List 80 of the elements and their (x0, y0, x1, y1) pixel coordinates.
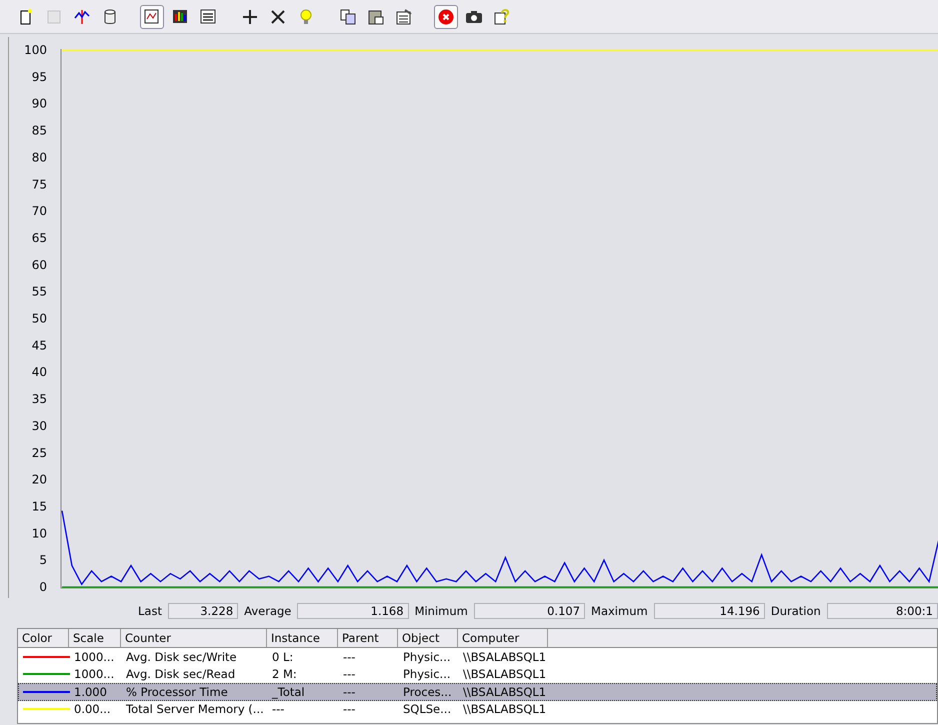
table-cell-text: 1000... (73, 650, 116, 664)
stat-value: 14.196 (654, 603, 765, 619)
table-cell-text: --- (342, 650, 356, 664)
copy-icon (339, 8, 357, 26)
delete-icon (269, 8, 287, 26)
table-cell-text: 1000... (73, 667, 116, 682)
axis-tick-label: 75 (32, 177, 47, 192)
stat-label: Duration (770, 604, 821, 618)
axis-tick-label: 25 (32, 446, 47, 460)
axis-tick-label: 40 (32, 365, 47, 380)
graph-view-button[interactable] (140, 4, 164, 28)
axis-tick-label: 60 (32, 258, 47, 272)
table-cell-text: Physic... (402, 650, 452, 664)
axis-tick-label: 45 (32, 338, 47, 352)
column-header[interactable]: Scale (69, 629, 121, 647)
stat-label: Minimum (414, 604, 468, 618)
table-cell-text: --- (342, 702, 356, 716)
axis-tick-label: 95 (32, 70, 47, 84)
stat-value: 3.228 (168, 603, 238, 619)
table-cell-text: 0.00... (73, 702, 112, 716)
table-cell-text: \\BSALABSQL1 (462, 702, 548, 716)
axis-tick-label: 85 (32, 124, 47, 138)
table-cell-text: SQLSe... (402, 702, 452, 716)
table-cell-text: \\BSALABSQL1 (462, 650, 548, 664)
legend-row[interactable]: 1000... Avg. Disk sec/Write 0 L: --- Physic... \\BSALABSQL1 (18, 648, 937, 666)
paste-icon (367, 8, 385, 26)
axis-tick-label: 20 (32, 472, 47, 487)
stop-button[interactable] (434, 4, 458, 28)
axis-tick-label: 55 (32, 284, 47, 299)
table-cell-text: Physic... (402, 667, 452, 682)
legend-row[interactable]: 1000... Avg. Disk sec/Read 2 M: --- Physic... \\BSALABSQL1 (18, 666, 937, 683)
legend-row[interactable]: 1.000 % Processor Time _Total --- Proces... \\BSALABSQL1 (18, 683, 937, 700)
table-cell-text: 1.000 (73, 684, 108, 699)
axis-tick-label: 70 (32, 204, 47, 218)
column-header[interactable]: Computer (458, 629, 548, 647)
properties-icon (395, 8, 413, 26)
table-cell-text: 2 M: (271, 667, 298, 682)
stat-label: Last (138, 604, 162, 618)
axis-tick-label: 0 (39, 580, 47, 594)
table-cell-text: --- (342, 667, 356, 682)
table-cell-text: Proces... (402, 684, 453, 699)
report-view-icon (199, 8, 217, 26)
column-header[interactable]: Object (398, 629, 458, 647)
add-icon (241, 8, 259, 26)
column-header[interactable]: Color (18, 629, 69, 647)
table-cell-text: Total Server Memory (... (125, 702, 265, 716)
table-cell-text: --- (271, 702, 286, 716)
stop-icon (437, 8, 455, 26)
column-header[interactable]: Instance (267, 629, 338, 647)
axis-tick-label: 80 (32, 150, 47, 164)
axis-tick-label: 35 (32, 392, 47, 406)
axis-tick-label: 10 (32, 526, 47, 540)
table-cell-text: _Total (270, 684, 306, 699)
axis-tick-label: 5 (39, 553, 47, 568)
axis-tick-label: 90 (32, 96, 47, 111)
spark-icon (73, 8, 91, 26)
stat-label: Maximum (591, 604, 648, 618)
table-cell-text: \\BSALABSQL1 (462, 667, 548, 682)
column-header[interactable]: Counter (121, 629, 267, 647)
stat-label: Average (244, 604, 292, 618)
legend-row[interactable]: 0.00... Total Server Memory (... --- --- SQLSe... \\BSALABSQL1 (18, 700, 937, 718)
table-cell-text: Avg. Disk sec/Write (125, 650, 238, 664)
axis-tick-label: 65 (32, 230, 47, 245)
stat-value: 0.107 (474, 603, 586, 619)
stat-value: 1.168 (297, 603, 409, 619)
table-cell-text: \\BSALABSQL1 (462, 684, 548, 699)
axis-tick-label: 30 (32, 418, 47, 433)
help-icon (493, 8, 511, 26)
histogram-view-icon (171, 8, 189, 26)
column-header[interactable]: Parent (338, 629, 398, 647)
axis-tick-label: 15 (32, 499, 47, 514)
table-cell-text: % Processor Time (125, 684, 229, 699)
blank-page-icon (45, 8, 63, 26)
stat-value: 8:00:1 (826, 603, 938, 619)
axis-tick-label: 100 (24, 43, 47, 57)
axis-tick-label: 50 (32, 312, 47, 326)
table-cell-text: 0 L: (271, 650, 294, 664)
table-cell-text: Avg. Disk sec/Read (125, 667, 236, 682)
graph-view-icon (143, 8, 161, 26)
table-cell-text: --- (342, 684, 356, 699)
